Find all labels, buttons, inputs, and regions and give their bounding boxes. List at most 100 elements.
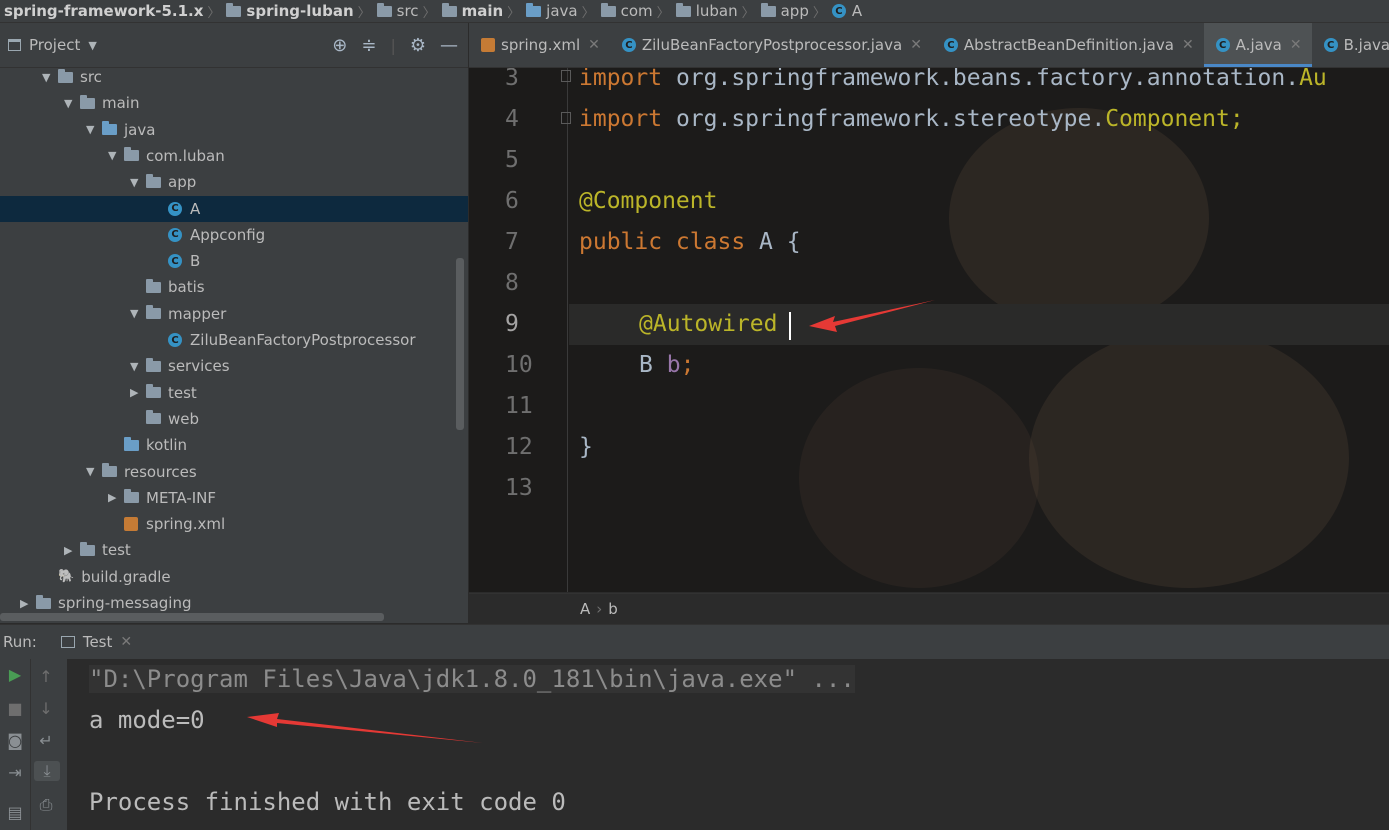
expand-arrow-icon[interactable]: ▼ bbox=[130, 307, 146, 320]
project-horizontal-scrollbar[interactable] bbox=[0, 613, 384, 621]
restore-layout-icon[interactable]: ⇥ bbox=[0, 763, 30, 782]
expand-arrow-icon[interactable]: ▼ bbox=[130, 176, 146, 189]
package-icon bbox=[760, 2, 776, 17]
tree-item[interactable]: ▶ META-INF bbox=[108, 485, 216, 511]
structure-crumb-field[interactable]: b bbox=[608, 600, 618, 618]
code-editor[interactable]: 3 4 5 6 7 8 9 10 11 12 13 import org.spr… bbox=[469, 68, 1389, 592]
tree-item[interactable]: ▼ services bbox=[130, 353, 230, 379]
editor-tab[interactable]: C ZiluBeanFactoryPostprocessor.java ✕ bbox=[610, 23, 932, 67]
tree-item[interactable]: C ZiluBeanFactoryPostprocessor bbox=[152, 327, 416, 353]
class-icon: C bbox=[621, 38, 636, 52]
editor-tab[interactable]: C AbstractBeanDefinition.java ✕ bbox=[932, 23, 1204, 67]
tree-item[interactable]: ▼ com.luban bbox=[108, 143, 225, 169]
console-line-exit: Process finished with exit code 0 bbox=[89, 788, 566, 816]
collapse-arrow-icon[interactable]: ▶ bbox=[20, 597, 36, 610]
console-output[interactable]: "D:\Program Files\Java\jdk1.8.0_181\bin\… bbox=[67, 659, 1389, 830]
locate-target-icon[interactable]: ⊕ bbox=[332, 35, 347, 56]
tree-item[interactable]: C Appconfig bbox=[152, 222, 265, 248]
line-number: 8 bbox=[505, 270, 519, 296]
console-line-output: a mode=0 bbox=[89, 706, 205, 734]
tree-item[interactable]: CA bbox=[0, 195, 468, 222]
layout-icon[interactable]: ▤ bbox=[0, 803, 30, 822]
tree-item[interactable]: ▼ mapper bbox=[130, 301, 226, 327]
line-number: 7 bbox=[505, 229, 519, 255]
collapse-arrow-icon[interactable]: ▶ bbox=[64, 544, 80, 557]
up-arrow-icon[interactable]: ↑ bbox=[31, 667, 61, 686]
breadcrumb-item-class[interactable]: CA bbox=[828, 2, 864, 20]
tree-item[interactable]: ▼ main bbox=[64, 90, 139, 116]
tree-item-label: services bbox=[168, 357, 230, 376]
breadcrumb-item-project[interactable]: spring-framework-5.1.x 〉 bbox=[0, 2, 222, 21]
breadcrumb-item-module[interactable]: spring-luban 〉 bbox=[222, 2, 372, 21]
stop-icon[interactable]: ■ bbox=[0, 699, 30, 718]
structure-crumb-class[interactable]: A bbox=[580, 600, 590, 618]
close-icon[interactable]: ✕ bbox=[910, 37, 922, 53]
tree-item[interactable]: 🐘 build.gradle bbox=[42, 564, 171, 590]
fold-marker-icon[interactable] bbox=[561, 112, 571, 124]
dropdown-arrow-icon[interactable]: ▼ bbox=[88, 39, 96, 52]
editor-tab[interactable]: C B.java bbox=[1312, 23, 1389, 67]
close-icon[interactable]: ✕ bbox=[1290, 37, 1302, 53]
gear-icon[interactable]: ⚙ bbox=[410, 35, 426, 56]
tree-item[interactable]: CB bbox=[152, 248, 200, 274]
package-icon bbox=[146, 305, 161, 320]
fold-marker-icon[interactable] bbox=[561, 70, 571, 82]
tree-item[interactable]: spring.xml bbox=[108, 511, 225, 537]
print-icon[interactable]: ⎙ bbox=[31, 795, 61, 815]
line-number: 12 bbox=[505, 434, 533, 460]
project-panel-title[interactable]: Project bbox=[29, 36, 80, 54]
tree-item[interactable]: ▶ test bbox=[130, 380, 197, 406]
folder-icon bbox=[80, 541, 95, 556]
collapse-all-icon[interactable]: ≑ bbox=[361, 35, 376, 56]
tree-item[interactable]: ▶ test bbox=[64, 537, 131, 563]
expand-arrow-icon[interactable]: ▼ bbox=[108, 149, 124, 162]
run-tab-test[interactable]: Test ✕ bbox=[60, 633, 132, 651]
hide-panel-icon[interactable]: — bbox=[440, 35, 458, 56]
rerun-icon[interactable]: ▶ bbox=[0, 665, 30, 684]
tree-item-label: spring.xml bbox=[146, 515, 226, 534]
editor-tab[interactable]: spring.xml ✕ bbox=[469, 23, 610, 67]
close-icon[interactable]: ✕ bbox=[120, 634, 132, 650]
scroll-to-end-icon[interactable]: ⤓ bbox=[34, 761, 60, 781]
close-icon[interactable]: ✕ bbox=[588, 37, 600, 53]
breadcrumb-item-com[interactable]: com 〉 bbox=[597, 2, 672, 21]
annotation-arrow-output bbox=[247, 713, 483, 743]
tree-item[interactable]: batis bbox=[130, 274, 205, 300]
tree-item[interactable]: ▼ src bbox=[42, 64, 102, 90]
line-number-gutter: 3 4 5 6 7 8 9 10 11 12 13 bbox=[469, 68, 565, 592]
class-icon: C bbox=[168, 254, 182, 269]
console-icon bbox=[60, 636, 75, 648]
breadcrumb-item-java[interactable]: java 〉 bbox=[522, 2, 596, 21]
editor-tab[interactable]: C A.java ✕ bbox=[1203, 23, 1312, 67]
package-icon bbox=[675, 2, 691, 17]
camera-icon[interactable]: ◙ bbox=[0, 731, 30, 750]
soft-wrap-icon[interactable]: ↵ bbox=[31, 731, 61, 750]
tree-item-label: A bbox=[190, 199, 201, 218]
expand-arrow-icon[interactable]: ▼ bbox=[130, 360, 146, 373]
line-number: 11 bbox=[505, 393, 533, 419]
breadcrumb-item-luban[interactable]: luban 〉 bbox=[672, 2, 757, 21]
tree-item[interactable]: ▼ java bbox=[86, 117, 155, 143]
down-arrow-icon[interactable]: ↓ bbox=[31, 699, 61, 718]
collapse-arrow-icon[interactable]: ▶ bbox=[108, 491, 124, 504]
collapse-arrow-icon[interactable]: ▶ bbox=[130, 386, 146, 399]
expand-arrow-icon[interactable]: ▼ bbox=[64, 97, 80, 110]
project-vertical-scrollbar[interactable] bbox=[456, 258, 464, 430]
breadcrumb-item-main[interactable]: main 〉 bbox=[438, 2, 523, 21]
tree-item[interactable]: web bbox=[130, 406, 199, 432]
tree-item[interactable]: kotlin bbox=[108, 432, 187, 458]
tree-item[interactable]: ▼ app bbox=[130, 169, 196, 195]
navigation-breadcrumb: spring-framework-5.1.x 〉 spring-luban 〉 sr… bbox=[0, 0, 1389, 23]
expand-arrow-icon[interactable]: ▼ bbox=[42, 71, 58, 84]
run-panel-header: Run: Test ✕ bbox=[0, 624, 1389, 659]
tree-item[interactable]: ▼ resources bbox=[86, 459, 197, 485]
expand-arrow-icon[interactable]: ▼ bbox=[86, 123, 102, 136]
expand-arrow-icon[interactable]: ▼ bbox=[86, 465, 102, 478]
project-panel-header: Project ▼ ⊕ ≑ | ⚙ — bbox=[0, 23, 468, 68]
breadcrumb-item-src[interactable]: src 〉 bbox=[373, 2, 438, 21]
close-icon[interactable]: ✕ bbox=[1182, 37, 1194, 53]
gradle-icon: 🐘 bbox=[58, 569, 75, 585]
run-tab-label: Test bbox=[82, 633, 113, 651]
breadcrumb-item-app[interactable]: app 〉 bbox=[757, 2, 828, 21]
class-icon: C bbox=[831, 4, 846, 18]
